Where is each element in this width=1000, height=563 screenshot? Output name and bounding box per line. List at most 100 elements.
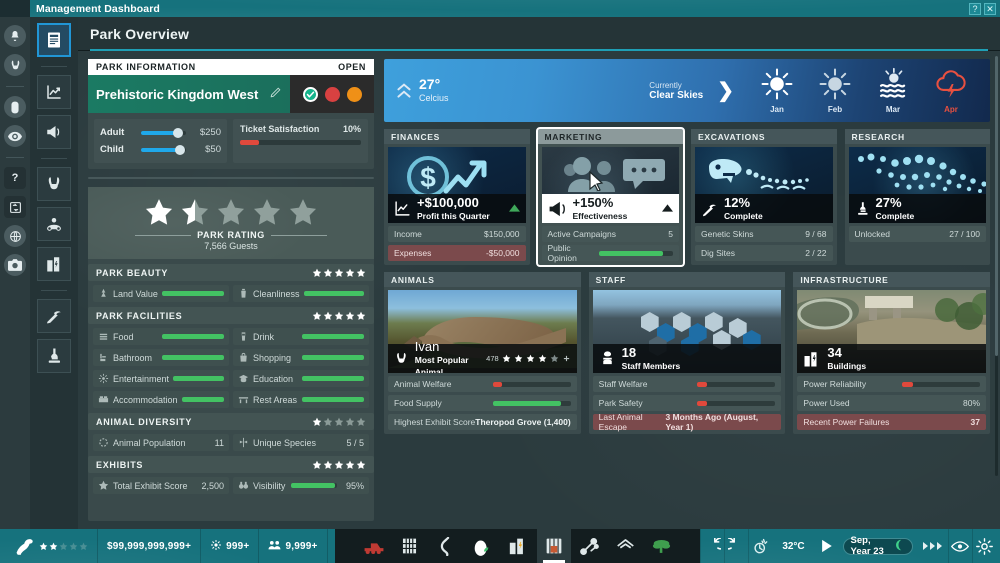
play-icon[interactable] — [815, 529, 839, 563]
stat-rest-areas[interactable]: Rest Areas — [233, 391, 369, 408]
card-row[interactable]: Genetic Skins 9 / 68 — [695, 226, 833, 242]
tool-shelter[interactable] — [609, 529, 643, 563]
forecast-month-jan[interactable]: Jan — [750, 67, 804, 114]
card-row[interactable]: Dig Sites 2 / 22 — [695, 245, 833, 261]
card-row[interactable]: Animal Welfare — [388, 376, 577, 392]
card-animals[interactable]: ANIMALS Ivan Most Popular Animal 478 Ani… — [384, 272, 581, 434]
hud-money[interactable]: $99,999,999,999+ — [98, 529, 202, 563]
forecast-month-mar[interactable]: Mar — [866, 67, 920, 114]
stat-visibility[interactable]: Visibility 95% — [233, 477, 369, 494]
card-row[interactable]: Power Reliability — [797, 376, 987, 392]
stat-unique-species[interactable]: Unique Species 5 / 5 — [233, 434, 369, 451]
card-finances[interactable]: FINANCES $ +$100,000 Profit this Quarter… — [384, 129, 530, 265]
speed-3x[interactable] — [936, 542, 942, 550]
card-row[interactable]: Unlocked 27 / 100 — [848, 226, 986, 242]
speed-1x[interactable] — [922, 542, 928, 550]
hud-security[interactable]: 9,999+ — [259, 529, 328, 563]
stat-accommodation[interactable]: Accommodation — [93, 391, 229, 408]
card-row[interactable]: Park Safety — [592, 395, 782, 411]
module-marketing[interactable] — [37, 115, 71, 149]
row-bar — [599, 250, 673, 256]
stat-total-exhibit-score[interactable]: Total Exhibit Score 2,500 — [93, 477, 229, 494]
card-row[interactable]: Public Opinion — [541, 243, 679, 263]
card-row[interactable]: Staff Welfare — [592, 376, 782, 392]
tool-buildings[interactable] — [393, 529, 427, 563]
tool-power[interactable] — [501, 529, 535, 563]
tool-paths[interactable] — [429, 529, 463, 563]
visibility-icon[interactable] — [4, 125, 26, 147]
stat-entertainment[interactable]: Entertainment — [93, 370, 229, 387]
hud-park-rating[interactable] — [6, 529, 98, 563]
dinosaur-paw-icon[interactable] — [4, 54, 26, 76]
save-load-icon[interactable] — [4, 196, 26, 218]
card-excavations[interactable]: EXCAVATIONS 12% Complete Genetic Skins 9… — [691, 129, 837, 265]
module-infrastructure[interactable] — [37, 247, 71, 281]
card-row[interactable]: Last Animal Escape 3 Months Ago (August,… — [592, 412, 782, 432]
stat-cleanliness[interactable]: Cleanliness — [233, 285, 369, 302]
weather-icon[interactable] — [748, 529, 772, 563]
stat-drink[interactable]: Drink — [233, 328, 369, 345]
camera-icon[interactable] — [4, 254, 26, 276]
card-staff[interactable]: STAFF 18 Staff Members Staff Welfare Par… — [588, 272, 786, 434]
help-icon[interactable]: ? — [4, 167, 26, 189]
module-excavations[interactable] — [37, 299, 71, 333]
gear-icon[interactable] — [971, 529, 996, 563]
stat-education[interactable]: Education — [233, 370, 369, 387]
card-row[interactable]: Active Campaigns 5 — [541, 226, 679, 242]
adult-price-slider[interactable] — [141, 127, 186, 138]
undo-icon[interactable] — [699, 529, 724, 563]
globe-icon[interactable] — [4, 225, 26, 247]
card-infrastructure[interactable]: INFRASTRUCTURE 34 Buildings Power Reliab… — [793, 272, 991, 434]
module-park-overview[interactable] — [37, 23, 71, 57]
vertical-scrollbar[interactable] — [995, 56, 998, 476]
park-evacuate-toggle[interactable] — [346, 86, 362, 102]
module-animals[interactable] — [37, 167, 71, 201]
redo-icon[interactable] — [724, 529, 748, 563]
module-finances[interactable] — [37, 75, 71, 109]
help-button[interactable]: ? — [969, 2, 981, 15]
tool-scenery[interactable] — [645, 529, 679, 563]
stat-food[interactable]: Food — [93, 328, 229, 345]
adult-label: Adult — [100, 127, 125, 138]
card-row[interactable]: Income $150,000 — [388, 226, 526, 242]
forecast-month-feb[interactable]: Feb — [808, 67, 862, 114]
stat-animal-population[interactable]: Animal Population 11 — [93, 434, 229, 451]
tool-terrain[interactable] — [357, 529, 391, 563]
stat-shopping[interactable]: Shopping — [233, 349, 369, 366]
module-staff[interactable] — [37, 207, 71, 241]
edit-pencil-icon[interactable] — [269, 86, 282, 102]
stat-land-value[interactable]: Land Value — [93, 285, 229, 302]
card-row[interactable]: Expenses -$50,000 — [388, 245, 526, 261]
weather-bar[interactable]: 27° Celcius Currently Clear Skies ❯ Jan — [384, 59, 990, 122]
row-bar — [697, 381, 776, 387]
game-date-chip[interactable]: Sep, Year 23 — [842, 535, 913, 557]
close-button[interactable]: ✕ — [984, 2, 996, 15]
forecast-month-apr[interactable]: Apr — [924, 67, 978, 114]
finances-profit-label: Profit this Quarter — [417, 210, 490, 221]
card-marketing[interactable]: MARKETING +150% Effectiveness Active Cam… — [535, 127, 685, 267]
module-research[interactable] — [37, 339, 71, 373]
card-title: FINANCES — [384, 129, 530, 144]
contracts-icon[interactable] — [4, 96, 26, 118]
card-row[interactable]: Recent Power Failures 37 — [797, 414, 987, 430]
card-research[interactable]: RESEARCH 27% Complete Unlocked 27 / 100 — [844, 129, 990, 265]
cards-row-1: FINANCES $ +$100,000 Profit this Quarter… — [384, 127, 990, 267]
notifications-icon[interactable] — [4, 25, 26, 47]
tool-transport[interactable] — [573, 529, 607, 563]
eye-icon[interactable] — [947, 529, 972, 563]
hud-science[interactable]: 999+ — [201, 529, 260, 563]
tool-hatchery[interactable] — [465, 529, 499, 563]
currently-value: Clear Skies — [649, 89, 704, 101]
row-value: 37 — [970, 417, 981, 427]
park-open-toggle[interactable] — [302, 86, 318, 102]
child-price-slider[interactable] — [141, 144, 186, 155]
card-row[interactable]: Highest Exhibit Score Theropod Grove (1,… — [388, 414, 577, 430]
card-row[interactable]: Power Used 80% — [797, 395, 987, 411]
game-speed-controls[interactable] — [917, 542, 948, 550]
speed-2x[interactable] — [929, 542, 935, 550]
card-row[interactable]: Food Supply — [388, 395, 577, 411]
stat-bathroom[interactable]: Bathroom — [93, 349, 229, 366]
tool-management[interactable] — [536, 529, 571, 563]
park-close-toggle[interactable] — [324, 86, 340, 102]
park-name-field[interactable]: Prehistoric Kingdom West — [88, 75, 290, 113]
